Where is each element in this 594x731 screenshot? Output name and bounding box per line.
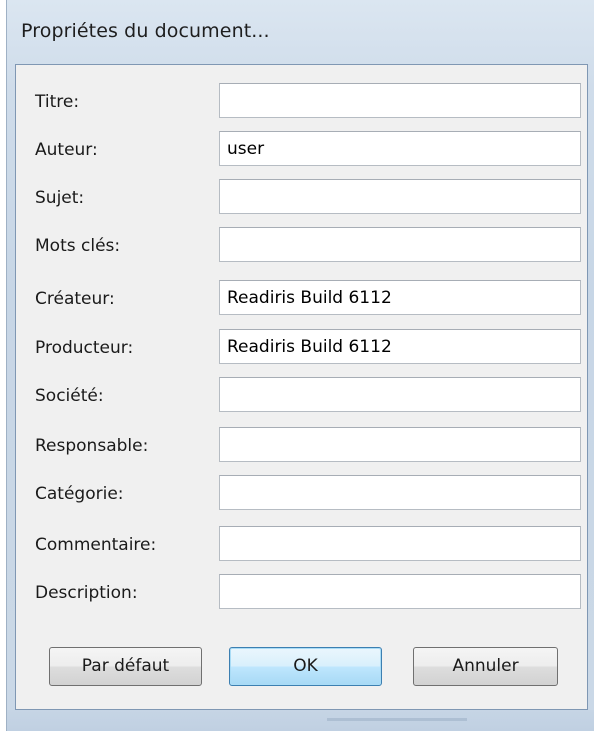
creator-label: Créateur: <box>35 289 115 309</box>
field-row-creator: Créateur: <box>16 280 589 316</box>
field-row-comment: Commentaire: <box>16 526 589 562</box>
author-field[interactable] <box>219 131 581 166</box>
company-label: Société: <box>35 386 104 406</box>
frame-highlight <box>327 718 467 721</box>
dialog-title: Propriétes du document... <box>21 20 270 42</box>
subject-label: Sujet: <box>35 188 85 208</box>
field-row-subject: Sujet: <box>16 179 589 215</box>
producer-field[interactable] <box>219 329 581 364</box>
dialog-window: Propriétes du document... Titre: Auteur:… <box>6 0 594 731</box>
category-field[interactable] <box>219 475 581 510</box>
category-label: Catégorie: <box>35 484 124 504</box>
dialog-client-area: Titre: Auteur: Sujet: Mots clés: Créateu… <box>15 64 588 710</box>
title-field[interactable] <box>219 83 581 118</box>
field-row-author: Auteur: <box>16 131 589 167</box>
window-bottom-frame <box>7 710 594 731</box>
description-field[interactable] <box>219 574 581 609</box>
field-row-title: Titre: <box>16 83 589 119</box>
author-label: Auteur: <box>35 140 98 160</box>
keywords-field[interactable] <box>219 227 581 262</box>
default-button[interactable]: Par défaut <box>49 647 202 686</box>
comment-label: Commentaire: <box>35 535 157 555</box>
manager-label: Responsable: <box>35 436 149 456</box>
cancel-button[interactable]: Annuler <box>413 647 558 686</box>
field-row-description: Description: <box>16 574 589 610</box>
title-label: Titre: <box>35 92 80 112</box>
field-row-company: Société: <box>16 377 589 413</box>
manager-field[interactable] <box>219 427 581 462</box>
producer-label: Producteur: <box>35 338 134 358</box>
keywords-label: Mots clés: <box>35 236 121 256</box>
comment-field[interactable] <box>219 526 581 561</box>
description-label: Description: <box>35 583 138 603</box>
creator-field[interactable] <box>219 280 581 315</box>
field-row-keywords: Mots clés: <box>16 227 589 263</box>
field-row-category: Catégorie: <box>16 475 589 511</box>
subject-field[interactable] <box>219 179 581 214</box>
field-row-manager: Responsable: <box>16 427 589 463</box>
field-row-producer: Producteur: <box>16 329 589 365</box>
title-bar[interactable]: Propriétes du document... <box>7 0 594 64</box>
company-field[interactable] <box>219 377 581 412</box>
ok-button[interactable]: OK <box>229 647 382 686</box>
